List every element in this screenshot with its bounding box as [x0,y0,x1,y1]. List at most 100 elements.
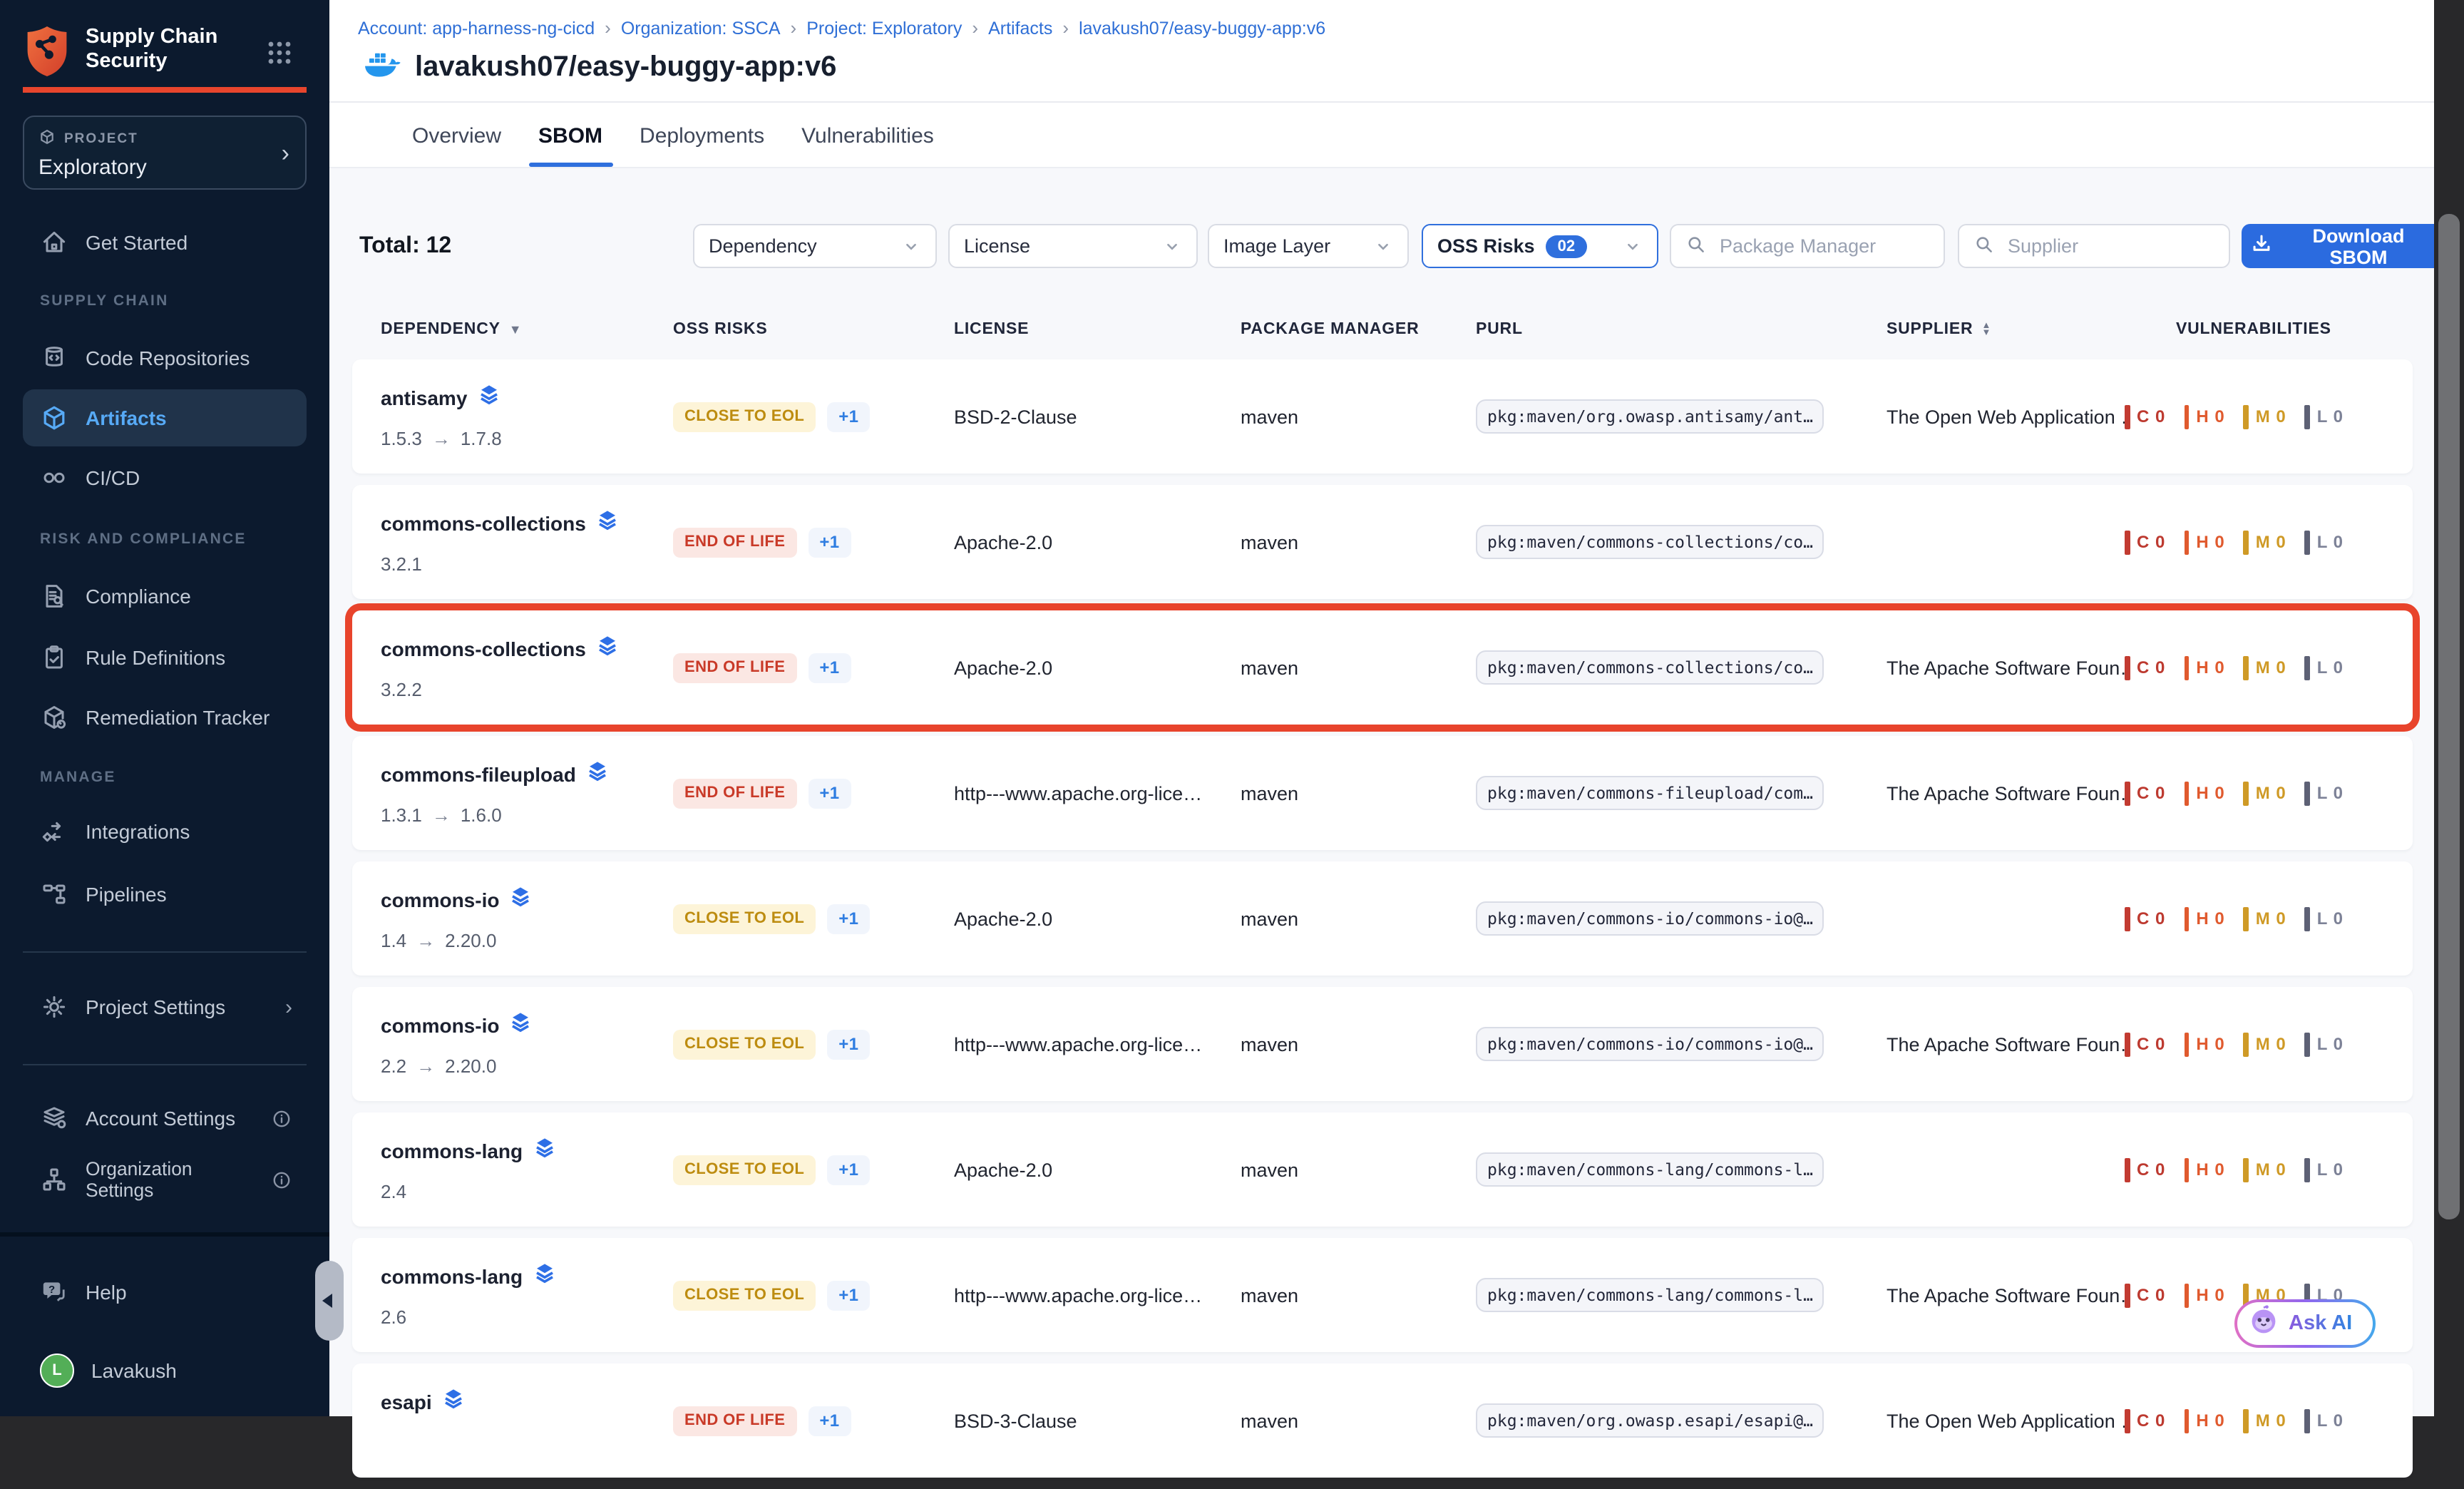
oss-risks-filter-select[interactable]: OSS Risks 02 [1422,224,1658,268]
purl-chip[interactable]: pkg:maven/commons-fileupload/com… [1476,776,1824,810]
sidebar-item-get-started[interactable]: Get Started [23,214,307,271]
scrollbar-thumb[interactable] [2438,214,2460,1219]
dependency-name: antisamy [381,386,467,409]
sidebar-item-help[interactable]: ? Help [23,1264,307,1321]
vuln-medium-count: M 0 [2256,406,2286,426]
vuln-critical-count: C 0 [2137,1285,2165,1305]
code-repo-icon [40,344,68,372]
vuln-critical: C 0 [2125,1032,2165,1056]
oss-risk-extra-badge[interactable]: +1 [827,1280,870,1310]
oss-risk-extra-badge[interactable]: +1 [827,1155,870,1184]
oss-risk-extra-badge[interactable]: +1 [808,778,851,808]
table-row-commons-io-2[interactable]: commons-io 2.2→2.20.0 CLOSE TO EOL +1 ht… [352,987,2413,1101]
chevron-down-icon [1162,236,1182,256]
table-row-commons-lang-1[interactable]: commons-lang 2.4 CLOSE TO EOL +1 Apache-… [352,1112,2413,1227]
table-row-commons-lang-2[interactable]: commons-lang 2.6 CLOSE TO EOL +1 http---… [352,1238,2413,1352]
shield-logo-icon [23,24,71,86]
column-header-supplier[interactable]: SUPPLIER ▲▼ [1886,321,2125,338]
module-grid-icon[interactable] [265,39,294,67]
severity-bar [2184,404,2189,429]
package-manager-search-input[interactable] [1717,234,1929,258]
column-label: OSS RISKS [673,321,767,338]
vulnerabilities-cell[interactable]: C 0 H 0 M 0 L 0 [2125,1032,2413,1056]
breadcrumb-organization[interactable]: Organization: SSCA [621,18,781,38]
tab-deployments[interactable]: Deployments [640,103,764,168]
purl-chip[interactable]: pkg:maven/commons-io/commons-io@… [1476,1027,1824,1061]
purl-chip[interactable]: pkg:maven/commons-lang/commons-l… [1476,1278,1824,1312]
vulnerabilities-cell[interactable]: C 0 H 0 M 0 L 0 [2125,906,2413,931]
dependency-filter-select[interactable]: Dependency [693,224,937,268]
purl-cell: pkg:maven/commons-lang/commons-l… [1476,1278,1886,1312]
oss-risk-extra-badge[interactable]: +1 [827,904,870,933]
sidebar-item-user[interactable]: L Lavakush [23,1342,307,1399]
download-sbom-button[interactable]: Download SBOM [2242,224,2443,268]
vulnerabilities-cell[interactable]: C 0 H 0 M 0 L 0 [2125,1408,2413,1433]
license-cell: http---www.apache.org-lice… [954,1033,1241,1055]
vuln-low-count: L 0 [2317,1411,2344,1431]
oss-risk-extra-badge[interactable]: +1 [808,527,851,557]
table-row-commons-collections-2-highlighted[interactable]: commons-collections 3.2.2 END OF LIFE +1… [352,610,2413,725]
purl-chip[interactable]: pkg:maven/org.owasp.esapi/esapi@… [1476,1403,1824,1438]
vulnerabilities-cell[interactable]: C 0 H 0 M 0 L 0 [2125,1157,2413,1182]
sidebar-collapse-handle[interactable] [315,1261,344,1341]
vuln-medium-count: M 0 [2256,657,2286,677]
purl-chip[interactable]: pkg:maven/commons-io/commons-io@… [1476,901,1824,936]
vuln-medium-count: M 0 [2256,532,2286,552]
table-row-antisamy[interactable]: antisamy 1.5.3→1.7.8 CLOSE TO EOL +1 BSD… [352,359,2413,474]
sidebar-item-project-settings[interactable]: Project Settings › [23,978,307,1035]
app-title-line2: Security [86,50,217,74]
sidebar-item-code-repositories[interactable]: Code Repositories [23,329,307,387]
breadcrumb-artifact-name[interactable]: lavakush07/easy-buggy-app:v6 [1079,18,1325,38]
license-filter-select[interactable]: License [948,224,1198,268]
vuln-medium-count: M 0 [2256,1160,2286,1180]
sidebar-item-account-settings[interactable]: Account Settings [23,1090,307,1147]
search-icon [1685,233,1707,259]
sidebar-item-integrations[interactable]: Integrations [23,803,307,860]
sidebar-item-pipelines[interactable]: Pipelines [23,866,307,923]
table-row-commons-fileupload[interactable]: commons-fileupload 1.3.1→1.6.0 END OF LI… [352,736,2413,850]
sidebar-item-remediation-tracker[interactable]: Remediation Tracker [23,689,307,746]
oss-risk-extra-badge[interactable]: +1 [827,401,870,431]
info-icon [271,1107,292,1129]
oss-risk-extra-badge[interactable]: +1 [808,653,851,682]
breadcrumb-project[interactable]: Project: Exploratory [806,18,962,38]
image-layer-filter-select[interactable]: Image Layer [1208,224,1409,268]
purl-chip[interactable]: pkg:maven/org.owasp.antisamy/ant… [1476,399,1824,434]
sidebar-item-compliance[interactable]: Compliance [23,568,307,625]
column-header-license: LICENSE [954,321,1241,338]
table-header: DEPENDENCY ▼ OSS RISKS LICENSE PACKAGE M… [352,311,2413,348]
oss-risk-extra-badge[interactable]: +1 [808,1406,851,1436]
vuln-high: H 0 [2184,1408,2224,1433]
app: Supply Chain Security PROJECT Explora [0,0,2464,1416]
purl-chip[interactable]: pkg:maven/commons-collections/co… [1476,650,1824,685]
sidebar-item-cicd[interactable]: CI/CD [23,449,307,506]
supplier-search-input[interactable] [2005,234,2214,258]
breadcrumb-artifacts[interactable]: Artifacts [988,18,1052,38]
vuln-low-count: L 0 [2317,532,2344,552]
table-row-esapi[interactable]: esapi END OF LIFE +1 BSD-3-Clause maven … [352,1363,2413,1478]
vuln-low: L 0 [2305,1408,2344,1433]
sidebar-item-rule-definitions[interactable]: Rule Definitions [23,629,307,686]
vuln-medium: M 0 [2244,1157,2286,1182]
tab-overview[interactable]: Overview [412,103,501,168]
vulnerabilities-cell[interactable]: C 0 H 0 M 0 L 0 [2125,655,2413,680]
breadcrumb-account[interactable]: Account: app-harness-ng-cicd [358,18,595,38]
vulnerabilities-cell[interactable]: C 0 H 0 M 0 L 0 [2125,530,2413,554]
project-selector[interactable]: PROJECT Exploratory › [23,116,307,190]
column-header-dependency[interactable]: DEPENDENCY ▼ [381,321,673,338]
vuln-low-count: L 0 [2317,1034,2344,1054]
table-row-commons-io-1[interactable]: commons-io 1.4→2.20.0 CLOSE TO EOL +1 Ap… [352,861,2413,976]
oss-risk-extra-badge[interactable]: +1 [827,1029,870,1059]
ask-ai-button[interactable]: Ask AI [2234,1299,2375,1348]
purl-chip[interactable]: pkg:maven/commons-collections/co… [1476,525,1824,559]
sidebar-item-organization-settings[interactable]: Organization Settings [23,1151,307,1208]
tab-sbom[interactable]: SBOM [538,103,602,168]
tab-vulnerabilities[interactable]: Vulnerabilities [801,103,934,168]
vulnerabilities-cell[interactable]: C 0 H 0 M 0 L 0 [2125,781,2413,805]
table-row-commons-collections-1[interactable]: commons-collections 3.2.1 END OF LIFE +1… [352,485,2413,599]
purl-chip[interactable]: pkg:maven/commons-lang/commons-l… [1476,1152,1824,1187]
vulnerabilities-cell[interactable]: C 0 H 0 M 0 L 0 [2125,404,2413,429]
sidebar-item-artifacts[interactable]: Artifacts [23,389,307,446]
dependency-cell: commons-io 2.2→2.20.0 [381,987,673,1101]
vuln-high-count: H 0 [2196,406,2224,426]
